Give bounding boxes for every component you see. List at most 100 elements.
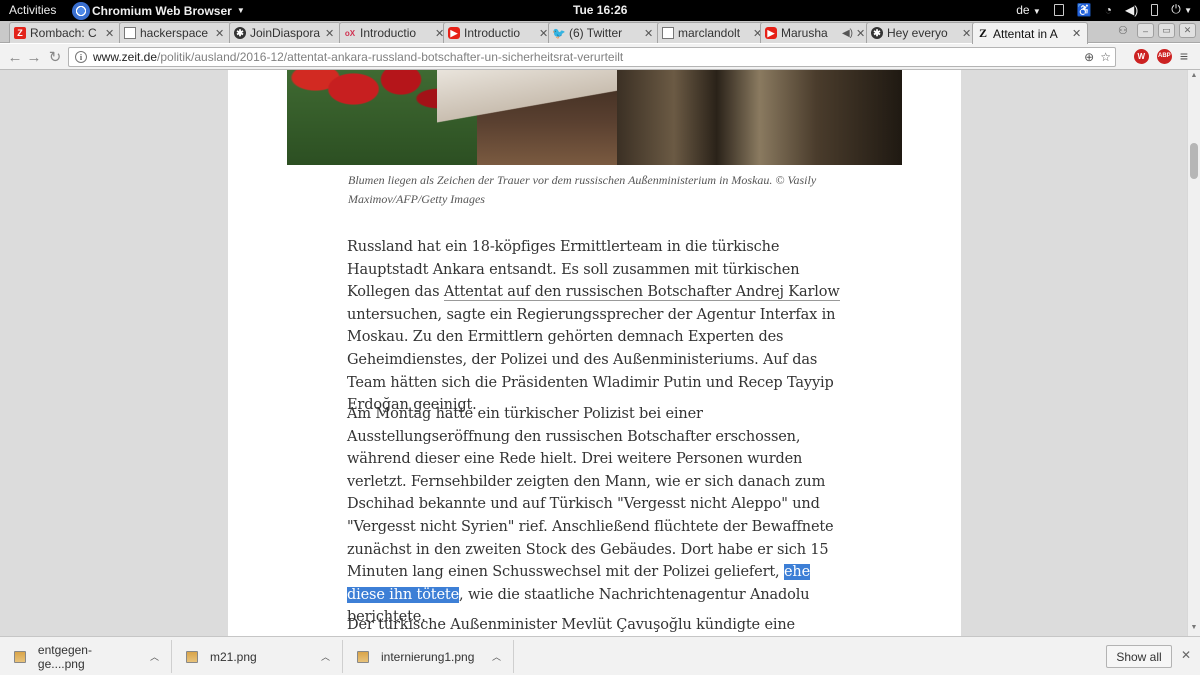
chevron-up-icon[interactable]: ︿ [492, 650, 501, 663]
tab-title: Attentat in A [993, 26, 1058, 41]
menu-icon[interactable]: ≡ [1180, 48, 1188, 64]
image-caption: Blumen liegen als Zeichen der Trauer vor… [348, 173, 817, 206]
close-icon[interactable]: ✕ [644, 27, 654, 40]
tab-twitter[interactable]: 🐦 (6) Twitter ✕ [548, 22, 660, 43]
tab-title: Marusha [781, 26, 828, 40]
back-arrow-icon[interactable]: ← [6, 48, 24, 66]
reload-icon[interactable]: ↻ [46, 48, 64, 66]
clock[interactable]: Tue 16:26 [573, 3, 627, 17]
download-item[interactable]: internierung1.png ︿ [343, 640, 514, 673]
tab-hackerspace[interactable]: hackerspace ✕ [119, 22, 231, 43]
close-icon[interactable]: ✕ [325, 27, 335, 40]
gnome-top-bar: Activities Chromium Web Browser ▼ Tue 16… [0, 0, 1200, 21]
download-filename: m21.png [210, 649, 257, 664]
tab-title: Introductio [464, 26, 521, 40]
tab-introduction-youtube[interactable]: ▶ Introductio ✕ [443, 22, 555, 43]
scroll-down-icon[interactable]: ▼ [1188, 624, 1200, 631]
diaspora-icon: ✱ [871, 27, 883, 39]
tab-title: Hey everyo [887, 26, 948, 40]
profile-icon[interactable]: ⚇ [1118, 24, 1132, 38]
tab-title: hackerspace [140, 26, 209, 40]
web-viewport: Blumen liegen als Zeichen der Trauer vor… [0, 70, 1187, 636]
tab-title: JoinDiaspora [250, 26, 321, 40]
tab-title: (6) Twitter [569, 26, 623, 40]
extension-icons: W ABP ≡ [1133, 48, 1188, 64]
page-icon [662, 27, 674, 39]
app-menu[interactable]: Chromium Web Browser ▼ [72, 1, 245, 20]
forward-arrow-icon[interactable]: → [25, 48, 43, 66]
zeit-icon: Z [978, 26, 987, 40]
tab-title: marclandolt [678, 26, 741, 40]
tab-rombach[interactable]: Z Rombach: C ✕ [9, 22, 121, 43]
tab-marusha[interactable]: ▶ Marusha ◀) ✕ [760, 22, 872, 43]
youtube-icon: ▶ [448, 27, 460, 39]
zeit-red-icon: Z [14, 27, 26, 39]
diaspora-icon: ✱ [234, 27, 246, 39]
tab-marclandolt[interactable]: marclandolt ✕ [657, 22, 769, 43]
speaker-icon: ◀) [841, 27, 853, 39]
translate-icon[interactable]: ⊕ [1084, 50, 1094, 64]
keyboard-layout-label: de [1016, 2, 1030, 17]
bookmark-star-icon[interactable]: ☆ [1100, 50, 1111, 64]
image-file-icon [357, 650, 369, 663]
close-window-icon[interactable]: ✕ [1179, 23, 1196, 38]
article-paragraph-3: Der türkische Außenminister Mevlüt Çavuş… [347, 617, 795, 633]
chevron-down-icon: ▼ [1032, 6, 1041, 16]
tab-attentat-active[interactable]: Z Attentat in A ✕ [972, 22, 1088, 44]
page-icon [124, 27, 136, 39]
system-tray[interactable]: de ▼ ♿ ◔ ◀) ⏻ ▼ [1016, 2, 1192, 17]
download-filename: entgegen-ge....png [37, 642, 92, 671]
tab-hey-everyone[interactable]: ✱ Hey everyo ✕ [866, 22, 978, 43]
close-icon[interactable]: ✕ [1181, 648, 1191, 662]
download-item[interactable]: entgegen-ge....png ︿ [0, 640, 172, 673]
app-name: Chromium Web Browser [92, 3, 232, 18]
paper-image-region [437, 70, 617, 125]
scroll-up-icon[interactable]: ▲ [1188, 72, 1200, 79]
tab-introduction-ox[interactable]: oX Introductio ✕ [339, 22, 451, 43]
clipboard-icon[interactable] [1053, 3, 1064, 16]
ox-icon: oX [344, 28, 356, 38]
image-file-icon [186, 650, 198, 663]
frame-image-region [617, 70, 902, 165]
paragraph-text: untersuchen, sagte ein Regierungsspreche… [347, 306, 836, 414]
vertical-scrollbar[interactable]: ▲ ▼ [1187, 70, 1200, 636]
minimize-icon[interactable]: – [1137, 23, 1154, 38]
show-all-button[interactable]: Show all [1106, 645, 1172, 668]
close-icon[interactable]: ✕ [856, 27, 866, 40]
close-icon[interactable]: ✕ [215, 27, 225, 40]
maximize-icon[interactable]: ▭ [1158, 23, 1175, 38]
address-bar[interactable]: i www.zeit.de/politik/ausland/2016-12/at… [68, 47, 1116, 67]
scrollbar-thumb[interactable] [1190, 143, 1198, 179]
close-icon[interactable]: ✕ [962, 27, 972, 40]
keyboard-layout-indicator[interactable]: de ▼ [1016, 3, 1041, 17]
close-icon[interactable]: ✕ [1072, 27, 1082, 40]
battery-icon[interactable] [1151, 3, 1159, 16]
download-shelf: entgegen-ge....png ︿ m21.png ︿ internier… [0, 636, 1200, 675]
chevron-up-icon[interactable]: ︿ [150, 650, 159, 663]
chromium-icon [72, 1, 90, 20]
omnibox-actions: ⊕ ☆ [1084, 50, 1111, 64]
url-path: /politik/ausland/2016-12/attentat-ankara… [157, 50, 624, 64]
volume-icon[interactable]: ◀) [1125, 3, 1138, 17]
adblock-icon[interactable]: ABP [1156, 48, 1172, 64]
wifi-icon[interactable]: ◔ [1105, 3, 1112, 17]
web-of-trust-icon[interactable]: W [1133, 48, 1149, 64]
power-icon[interactable]: ⏻ ▼ [1171, 2, 1192, 17]
image-file-icon [14, 650, 26, 663]
tab-joindiaspora[interactable]: ✱ JoinDiaspora ✕ [229, 22, 341, 43]
download-item[interactable]: m21.png ︿ [172, 640, 343, 673]
chevron-up-icon[interactable]: ︿ [321, 650, 330, 663]
chevron-down-icon: ▼ [236, 6, 245, 15]
article-paragraph-1: Russland hat ein 18-köpfiges Ermittlerte… [347, 236, 842, 417]
activities-button[interactable]: Activities [9, 3, 56, 17]
paragraph-text: Am Montag hatte ein türkischer Polizist … [347, 406, 834, 581]
close-icon[interactable]: ✕ [105, 27, 115, 40]
info-icon[interactable]: i [75, 51, 87, 63]
attentat-article-link[interactable]: Attentat auf den russischen Botschafter … [443, 284, 840, 302]
url-host: www.zeit.de [93, 50, 158, 64]
accessibility-icon[interactable]: ♿ [1077, 3, 1092, 17]
browser-toolbar: ← → ↻ i www.zeit.de/politik/ausland/2016… [0, 44, 1200, 70]
tab-title: Rombach: C [30, 26, 97, 40]
download-filename: internierung1.png [381, 649, 475, 664]
window-controls: – ▭ ✕ [1137, 23, 1196, 38]
